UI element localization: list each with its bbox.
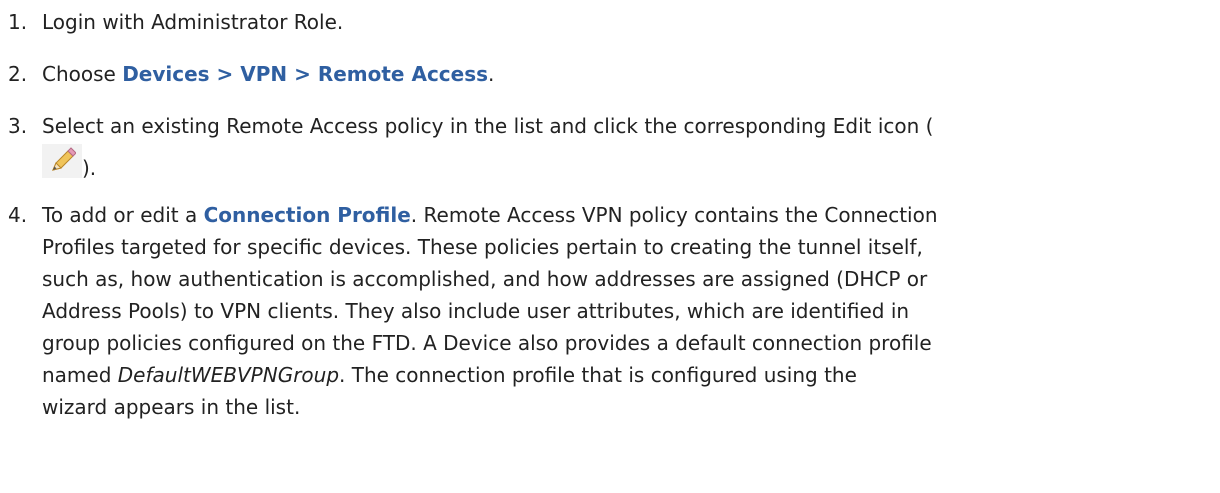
step-number: 2. <box>8 62 28 86</box>
step-4-line-1: To add or edit a Connection Profile. Rem… <box>42 199 1192 231</box>
step-number: 1. <box>8 10 28 34</box>
step-number: 4. <box>8 203 28 227</box>
step-4-line-5: group policies configured on the FTD. A … <box>42 331 932 355</box>
step-4-line-6: named DefaultWEBVPNGroup. The connection… <box>42 359 1192 391</box>
step-4-line-7: wizard appears in the list. <box>42 395 301 419</box>
step-text: Choose Devices > VPN > Remote Access. <box>42 58 1192 90</box>
step-4-prefix: To add or edit a <box>42 203 204 227</box>
step-3-suffix: ). <box>82 156 97 180</box>
step-2-prefix: Choose <box>42 62 123 86</box>
step-1-text: Login with Administrator Role. <box>42 10 344 34</box>
step-3-text: Select an existing Remote Access policy … <box>42 114 934 138</box>
step-4-line-6-rest: . The connection profile that is configu… <box>339 363 857 387</box>
procedure-steps: 1. Login with Administrator Role. 2. Cho… <box>0 0 1220 493</box>
step-4-line-4: Address Pools) to VPN clients. They also… <box>42 299 910 323</box>
step-number: 3. <box>8 114 28 138</box>
step-2-line: Choose Devices > VPN > Remote Access. <box>42 58 1192 90</box>
step-4-line-3: such as, how authentication is accomplis… <box>42 267 928 291</box>
step-text: Select an existing Remote Access policy … <box>42 110 1192 186</box>
step-4-line-2: Profiles targeted for specific devices. … <box>42 235 923 259</box>
devices-vpn-remote-access-link[interactable]: Devices > VPN > Remote Access <box>122 62 488 86</box>
edit-pencil-icon <box>42 144 82 178</box>
step-2-suffix: . <box>488 62 495 86</box>
step-4-line-1-rest: . Remote Access VPN policy contains the … <box>410 203 938 227</box>
connection-profile-link[interactable]: Connection Profile <box>204 203 411 227</box>
step-text: Login with Administrator Role. <box>42 6 1192 38</box>
step-3-icon-line: ). <box>42 142 1192 186</box>
step-text: To add or edit a Connection Profile. Rem… <box>42 199 1192 423</box>
default-group-name: DefaultWEBVPNGroup <box>117 363 340 387</box>
step-4-line-6-prefix: named <box>42 363 118 387</box>
